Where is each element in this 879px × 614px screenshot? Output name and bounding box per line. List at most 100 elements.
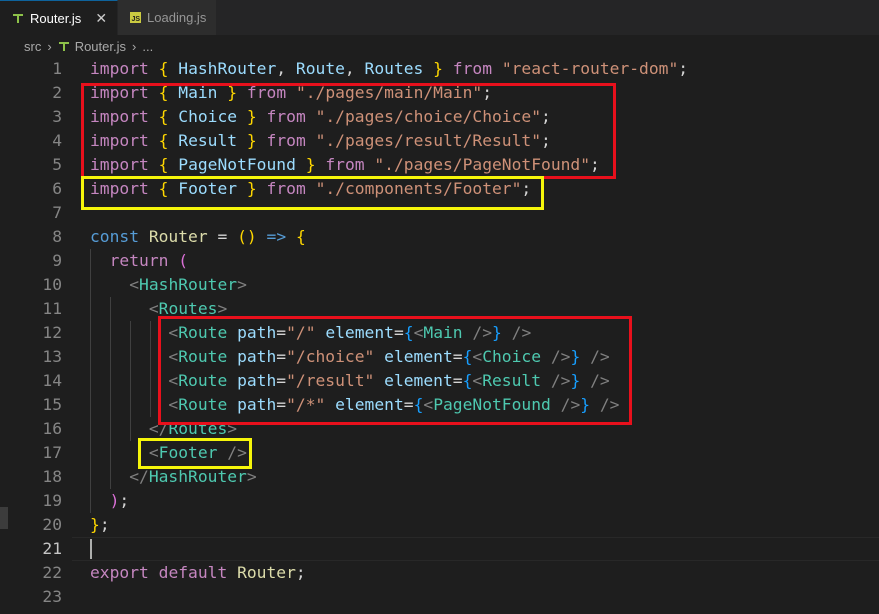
line-number: 7 — [52, 203, 62, 222]
line-number: 20 — [42, 515, 62, 534]
code-token: export — [90, 563, 149, 582]
code-token: { — [295, 227, 306, 246]
code-token: { — [158, 59, 169, 78]
code-text: <HashRouter> — [90, 273, 247, 297]
breadcrumb-file[interactable]: Router.js — [75, 39, 126, 54]
code-token: ; — [295, 563, 306, 582]
code-token: ; — [678, 59, 689, 78]
indent-guide — [110, 297, 111, 489]
close-icon[interactable]: ✕ — [95, 10, 107, 27]
code-line[interactable]: 8 const Router = () => { — [0, 225, 879, 249]
code-token: default — [158, 563, 228, 582]
code-token: "react-router-dom" — [501, 59, 679, 78]
code-token: > — [237, 275, 247, 294]
code-text: const Router = () => { — [90, 225, 306, 249]
line-number: 1 — [52, 59, 62, 78]
line-number: 9 — [52, 251, 62, 270]
line-number: 6 — [52, 179, 62, 198]
line-number: 8 — [52, 227, 62, 246]
code-line[interactable]: 18 </HashRouter> — [0, 465, 879, 489]
code-token: ( — [178, 251, 189, 270]
code-token: , — [276, 59, 296, 78]
code-token: Route — [295, 59, 345, 78]
yellow-highlight-footer-import — [81, 176, 544, 210]
code-token: import — [90, 59, 149, 78]
chevron-right-icon: › — [47, 38, 52, 54]
line-number: 18 — [42, 467, 62, 486]
code-token: ; — [119, 491, 130, 510]
line-number: 15 — [42, 395, 62, 414]
line-number: 10 — [42, 275, 62, 294]
code-token: => — [266, 227, 287, 246]
scroll-marker — [0, 507, 8, 529]
chevron-right-icon: › — [132, 38, 137, 54]
line-number: 3 — [52, 107, 62, 126]
code-token: const — [90, 227, 140, 246]
code-line[interactable]: 17 <Footer /> — [0, 441, 879, 465]
code-line[interactable]: 1 import { HashRouter, Route, Routes } fr… — [0, 57, 879, 81]
line-number: 14 — [42, 371, 62, 390]
code-token: = — [207, 227, 238, 246]
line-number: 11 — [42, 299, 62, 318]
code-line[interactable]: 10 <HashRouter> — [0, 273, 879, 297]
code-line[interactable]: 9 return ( — [0, 249, 879, 273]
code-token: </ — [129, 467, 149, 486]
code-text: import { HashRouter, Route, Routes } fro… — [90, 57, 688, 81]
indent-guide — [130, 321, 131, 441]
code-token: ) — [109, 491, 120, 510]
code-token: ( — [237, 227, 247, 246]
line-number: 19 — [42, 491, 62, 510]
line-number: 2 — [52, 83, 62, 102]
line-number: 13 — [42, 347, 62, 366]
js-file-icon: JS — [130, 12, 142, 23]
router-file-icon — [58, 40, 70, 52]
line-number: 21 — [42, 539, 62, 558]
code-token: HashRouter — [148, 467, 247, 486]
tab-loading-js[interactable]: JS Loading.js — [118, 0, 218, 35]
code-line[interactable]: 23 — [0, 585, 879, 609]
line-number: 23 — [42, 587, 62, 606]
code-line[interactable]: 19 ); — [0, 489, 879, 513]
line-number: 17 — [42, 443, 62, 462]
code-token: , — [344, 59, 365, 78]
tab-bar: Router.js ✕ JS Loading.js — [0, 0, 879, 35]
code-token: from — [452, 59, 493, 78]
code-token: } — [433, 59, 443, 78]
code-text: }; — [90, 513, 110, 537]
code-editor[interactable]: 23 22 export default Router; 21 20}; 19 ); 18 … — [0, 57, 879, 614]
indent-guide — [90, 249, 91, 513]
line-number: 12 — [42, 323, 62, 342]
breadcrumb: src › Router.js › ... — [0, 35, 879, 57]
code-token: > — [246, 467, 257, 486]
code-token: } — [90, 515, 100, 534]
router-file-icon — [12, 12, 24, 24]
code-token: ) — [246, 227, 257, 246]
code-token: HashRouter — [139, 275, 238, 294]
code-line[interactable]: 22 export default Router; — [0, 561, 879, 585]
line-number: 5 — [52, 155, 62, 174]
code-line[interactable]: 20}; — [0, 513, 879, 537]
code-token: Router — [148, 227, 208, 246]
text-cursor — [90, 539, 92, 559]
code-token: ; — [99, 515, 110, 534]
red-highlight-routes — [158, 316, 632, 425]
line-number: 16 — [42, 419, 62, 438]
tab-router-js[interactable]: Router.js ✕ — [0, 0, 119, 35]
code-text: export default Router; — [90, 561, 306, 585]
breadcrumb-folder[interactable]: src — [24, 39, 41, 54]
code-token: < — [129, 275, 140, 294]
code-token: HashRouter — [178, 59, 277, 78]
breadcrumb-more[interactable]: ... — [142, 39, 153, 54]
